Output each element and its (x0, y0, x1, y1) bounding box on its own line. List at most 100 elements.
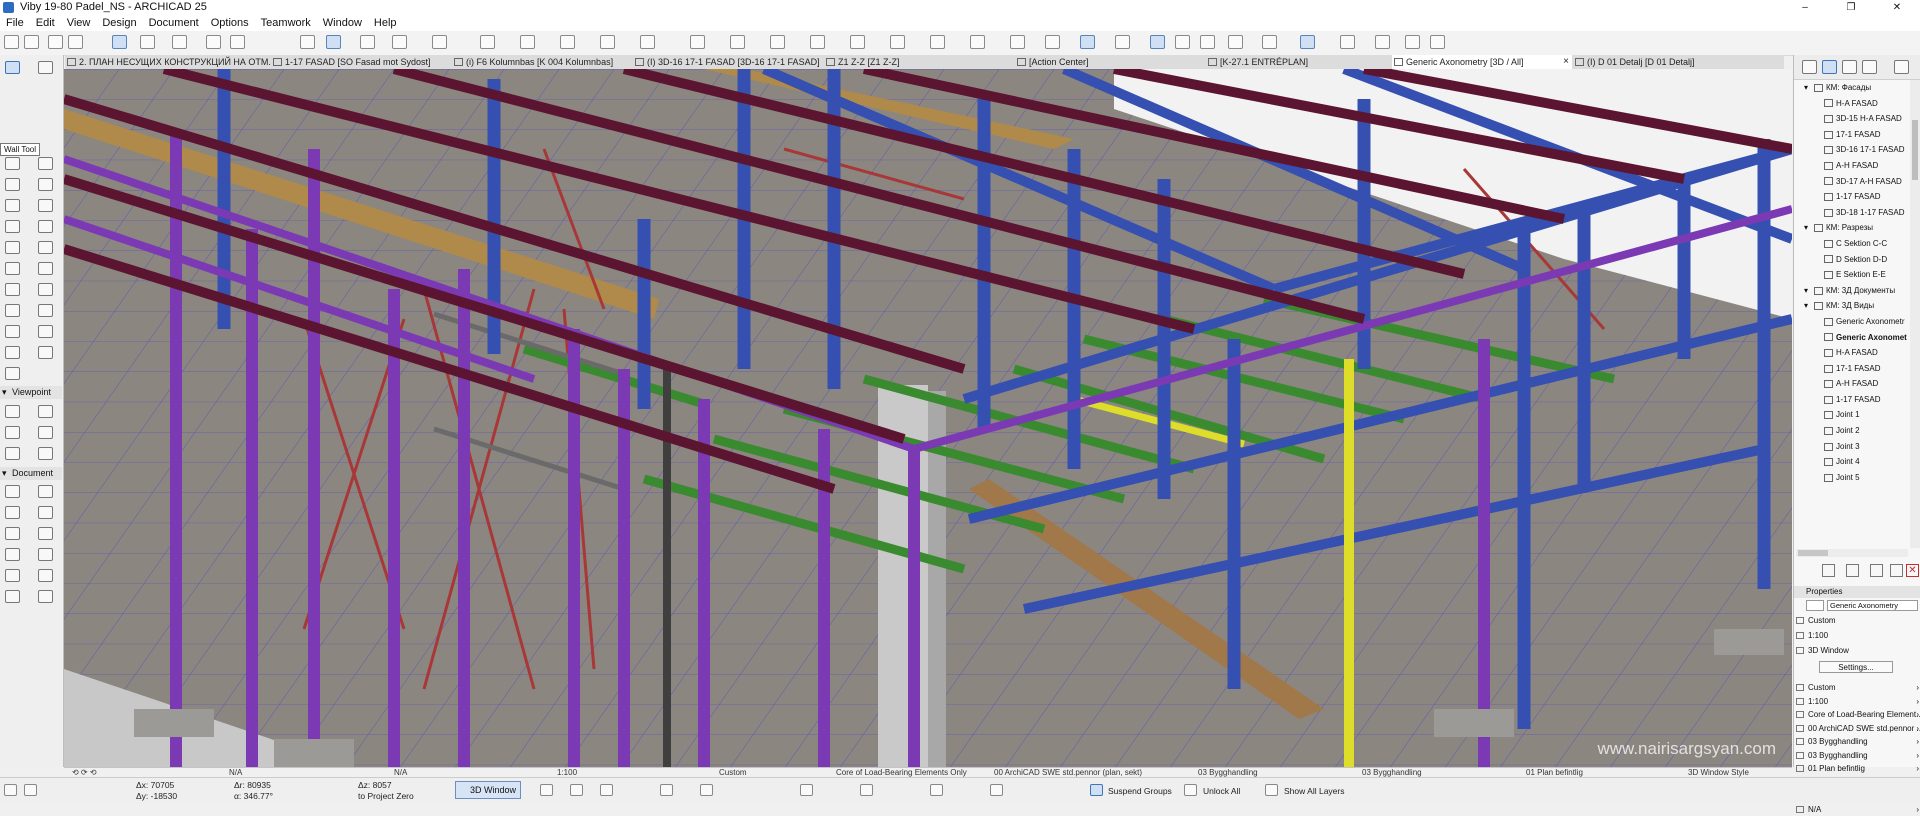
grid-snap-icon[interactable] (1045, 35, 1060, 49)
menu-file[interactable]: File (0, 15, 30, 31)
properties-header[interactable]: Properties (1794, 586, 1920, 598)
dimension-tool-icon[interactable] (5, 485, 20, 498)
offset-icon[interactable] (480, 35, 495, 49)
navigator-view-item[interactable]: Joint 2 (1794, 423, 1909, 439)
door-tool-icon[interactable] (38, 241, 53, 254)
spline-tool-icon[interactable] (5, 569, 20, 582)
navigator-view-item[interactable]: Joint 5 (1794, 470, 1909, 486)
interior-elevation-tool-icon[interactable] (5, 426, 20, 439)
property-setting-row[interactable]: N/A › (1794, 803, 1920, 816)
view-name-field[interactable]: Generic Axonometry (1827, 600, 1918, 611)
new-view-icon[interactable] (1822, 564, 1835, 577)
reference-select[interactable]: to Project Zero (358, 791, 414, 801)
measure-icon[interactable] (1150, 35, 1165, 49)
suspend-groups-icon[interactable] (1080, 35, 1095, 49)
line-draw-tool-icon[interactable] (38, 527, 53, 540)
settings-button[interactable]: Settings... (1819, 661, 1893, 673)
suspend-groups-label[interactable]: Suspend Groups (1108, 786, 1172, 796)
gravity-icon[interactable] (230, 35, 245, 49)
opening-tool-icon[interactable] (5, 283, 20, 296)
figure-tool-icon[interactable] (5, 590, 20, 603)
suspend-groups-icon[interactable] (1090, 784, 1103, 796)
3d-window-button[interactable]: 3D Window (455, 781, 521, 799)
menu-help[interactable]: Help (368, 15, 403, 31)
trace-icon[interactable] (172, 35, 187, 49)
lamp-tool-icon[interactable] (38, 325, 53, 338)
close-tab-icon[interactable]: × (1563, 55, 1569, 69)
navigator-folder[interactable]: ▾ КМ: 3Д Виды (1794, 298, 1909, 314)
delete-icon[interactable]: ✕ (1906, 564, 1919, 577)
orbit-icon[interactable] (360, 35, 375, 49)
snap-icon[interactable] (4, 784, 17, 796)
navigator-folder[interactable]: ▾ КМ: 3Д Документы (1794, 283, 1909, 299)
label-tool-icon[interactable] (38, 506, 53, 519)
pencil-icon[interactable] (1175, 35, 1190, 49)
drawing-tool-icon[interactable] (38, 590, 53, 603)
level-dimension-tool-icon[interactable] (38, 485, 53, 498)
property-setting-row[interactable]: 00 ArchiCAD SWE std.pennor ... › (1794, 722, 1920, 735)
menu-edit[interactable]: Edit (30, 15, 61, 31)
text-tool-icon[interactable] (5, 506, 20, 519)
select-3d-icon[interactable] (326, 35, 341, 49)
3d-viewport[interactable]: www.nairisargsyan.com (64, 69, 1792, 767)
hscroll-thumb[interactable] (1798, 550, 1828, 556)
3d-view-icon[interactable] (540, 784, 553, 796)
navigator-view-item[interactable]: Generic Axonomet (1794, 330, 1909, 346)
elevate-icon[interactable] (850, 35, 865, 49)
worksheet-tool-icon[interactable] (38, 426, 53, 439)
navigator-view-item[interactable]: D Sektion D-D (1794, 252, 1909, 268)
section-tool-icon[interactable] (5, 405, 20, 418)
shell-tool-icon[interactable] (38, 199, 53, 212)
navigation-icon[interactable] (570, 784, 583, 796)
align-icon[interactable] (690, 35, 705, 49)
navigator-view-item[interactable]: Joint 4 (1794, 454, 1909, 470)
unlock-all-label[interactable]: Unlock All (1203, 786, 1240, 796)
curtain-wall-tool-icon[interactable] (5, 241, 20, 254)
slab-tool-icon[interactable] (38, 178, 53, 191)
tab-kolumnbas[interactable]: (i) F6 Kolumnbas [K 004 Kolumnbas] (452, 55, 632, 69)
layers-icon[interactable] (1265, 784, 1278, 796)
navigator-view-item[interactable]: A-H FASAD (1794, 376, 1909, 392)
new-folder-icon[interactable] (1870, 564, 1883, 577)
publisher-sets-icon[interactable] (1862, 60, 1877, 74)
library-tool-icon[interactable] (5, 367, 20, 380)
redo-icon[interactable] (24, 35, 39, 49)
render-style-icon[interactable] (800, 784, 813, 796)
beam-tool-icon[interactable] (5, 178, 20, 191)
document-section[interactable]: Document (0, 467, 62, 480)
menu-view[interactable]: View (61, 15, 97, 31)
partial-structure-icon[interactable] (1340, 35, 1355, 49)
navigator-view-item[interactable]: 17-1 FASAD (1794, 361, 1909, 377)
navigator-view-item[interactable]: 1-17 FASAD (1794, 392, 1909, 408)
navigator-view-item[interactable]: Joint 3 (1794, 439, 1909, 455)
minimize-button[interactable]: – (1782, 0, 1828, 15)
detail-tool-icon[interactable] (5, 447, 20, 460)
zone-tool-icon[interactable] (5, 325, 20, 338)
mirror-icon[interactable] (770, 35, 785, 49)
tab-entreplan[interactable]: [K-27.1 ENTRÉPLAN] (1206, 55, 1391, 69)
edit-icon[interactable] (1890, 564, 1903, 577)
stair-alt-tool-icon[interactable] (5, 346, 20, 359)
arrow-tool-icon[interactable] (5, 61, 20, 74)
tab-3d-16-fasad[interactable]: (I) 3D-16 17-1 FASAD [3D-16 17-1 FASAD] (633, 55, 823, 69)
grid-tool-icon[interactable] (38, 346, 53, 359)
menu-document[interactable]: Document (143, 15, 205, 31)
expand-chevron-icon[interactable]: ▾ (1804, 80, 1808, 96)
clone-folder-icon[interactable] (1846, 564, 1859, 577)
sun-icon[interactable] (860, 784, 873, 796)
pick-up-icon[interactable] (1262, 35, 1277, 49)
eraser-icon[interactable] (1200, 35, 1215, 49)
expand-chevron-icon[interactable]: ▾ (1804, 298, 1808, 314)
teamwork-receive-icon[interactable] (1430, 35, 1445, 49)
navigator-view-item[interactable]: 3D-15 H-A FASAD (1794, 111, 1909, 127)
menu-window[interactable]: Window (317, 15, 368, 31)
cube-icon[interactable] (660, 784, 673, 796)
group-icon[interactable] (930, 35, 945, 49)
stair-tool-icon[interactable] (5, 220, 20, 233)
adjust-icon[interactable] (600, 35, 615, 49)
snap-3d-icon[interactable] (1300, 35, 1315, 49)
tab-generic-axonometry[interactable]: Generic Axonometry [3D / All] × (1392, 55, 1572, 69)
undo-icon[interactable] (4, 35, 19, 49)
menu-design[interactable]: Design (96, 15, 142, 31)
navigator-view-item[interactable]: 1-17 FASAD (1794, 189, 1909, 205)
